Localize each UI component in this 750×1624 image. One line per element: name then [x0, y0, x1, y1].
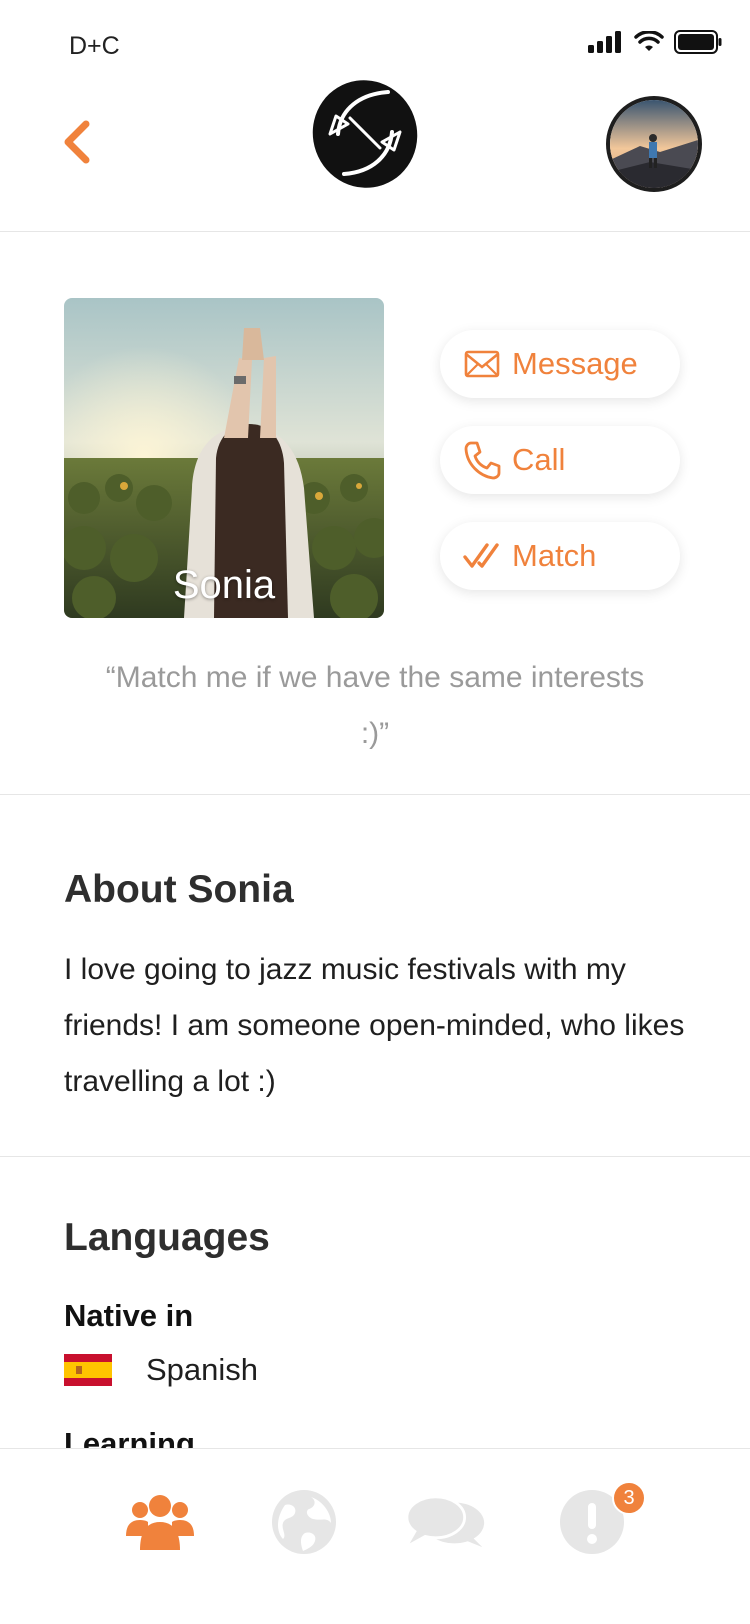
- spain-flag-icon: [64, 1354, 112, 1386]
- people-icon: [126, 1495, 194, 1550]
- app-logo: [310, 74, 420, 192]
- phone-icon: [462, 440, 502, 480]
- envelope-icon: [462, 344, 502, 384]
- battery-icon: [674, 30, 722, 54]
- profile-quote: “Match me if we have the same interests …: [105, 661, 645, 750]
- language-item: Spanish: [64, 1352, 258, 1388]
- avatar-image: [610, 100, 698, 188]
- profile-name: Sonia: [172, 563, 276, 607]
- message-label: Message: [512, 346, 638, 381]
- language-name: Spanish: [146, 1352, 259, 1387]
- tab-notifications[interactable]: 3: [552, 1481, 646, 1557]
- bottom-tab-bar: 3: [0, 1448, 750, 1624]
- double-check-icon: [462, 536, 502, 576]
- app-header: [0, 70, 750, 232]
- languages-title: Languages: [64, 1216, 270, 1259]
- profile-photo[interactable]: Sonia: [64, 298, 384, 618]
- call-button[interactable]: Call: [440, 426, 680, 494]
- back-button[interactable]: [58, 116, 98, 168]
- message-button[interactable]: Message: [440, 330, 680, 398]
- section-divider: [0, 794, 750, 795]
- section-divider: [0, 1156, 750, 1157]
- user-avatar[interactable]: [606, 96, 702, 192]
- tab-chat[interactable]: [406, 1487, 486, 1557]
- chevron-left-icon: [64, 120, 90, 164]
- status-icons: [588, 30, 722, 54]
- globe-icon: [272, 1490, 336, 1554]
- call-label: Call: [512, 442, 566, 477]
- carrier-label: D+C: [69, 32, 120, 60]
- about-text: I love going to jazz music festivals wit…: [64, 953, 685, 1098]
- chat-bubbles-icon: [406, 1495, 485, 1548]
- wifi-icon: [634, 31, 664, 51]
- about-title: About Sonia: [64, 868, 294, 911]
- tab-explore[interactable]: [264, 1487, 344, 1557]
- native-label: Native in: [64, 1298, 194, 1333]
- match-button[interactable]: Match: [440, 522, 680, 590]
- tab-people[interactable]: [120, 1487, 200, 1557]
- match-label: Match: [512, 538, 597, 573]
- notification-badge: 3: [612, 1481, 646, 1515]
- swap-arrows-logo-icon: [312, 80, 418, 188]
- signal-icon: [588, 31, 621, 53]
